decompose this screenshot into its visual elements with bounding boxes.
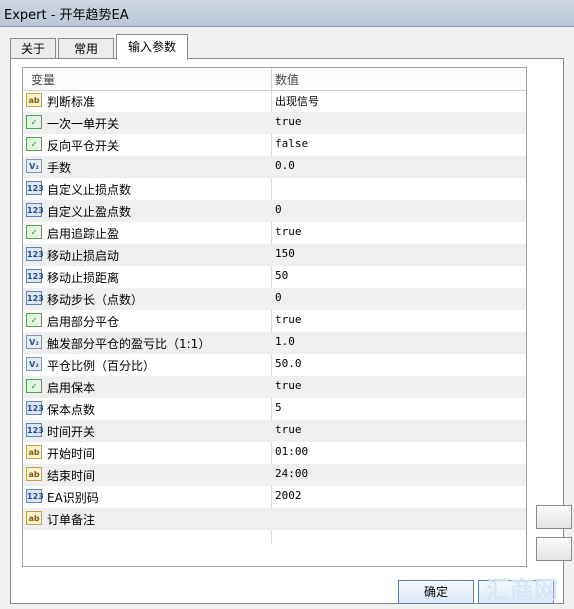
dbl-type-icon: V₂: [26, 159, 42, 173]
table-row[interactable]: 123 移动步长（点数） 0: [23, 288, 526, 310]
parameter-value[interactable]: 0: [275, 203, 282, 216]
dbl-type-icon: V₂: [26, 335, 42, 349]
parameter-name: 触发部分平仓的盈亏比（1:1）: [47, 337, 211, 351]
table-row[interactable]: ✓ 启用追踪止盈 true: [23, 222, 526, 244]
parameter-value[interactable]: 出现信号: [275, 93, 319, 109]
tab-about[interactable]: 关于: [10, 38, 56, 59]
parameter-value[interactable]: 24:00: [275, 467, 308, 480]
table-row[interactable]: ab 结束时间 24:00: [23, 464, 526, 486]
dbl-type-icon: V₂: [26, 357, 42, 371]
window-title: Expert - 开年趋势EA: [4, 8, 129, 23]
parameter-name: 移动步长（点数）: [47, 293, 144, 307]
str-type-icon: ab: [26, 445, 42, 459]
parameter-value[interactable]: 50.0: [275, 357, 302, 370]
str-type-icon: ab: [26, 511, 42, 525]
table-row[interactable]: ✓ 启用部分平仓 true: [23, 310, 526, 332]
table-row[interactable]: ab 判断标准 出现信号: [23, 90, 526, 112]
tab-common[interactable]: 常用: [58, 38, 114, 59]
table-row[interactable]: 123 移动止损启动 150: [23, 244, 526, 266]
parameter-name: EA识别码: [47, 491, 99, 505]
table-row[interactable]: 123 自定义止损点数: [23, 178, 526, 200]
parameter-name: 保本点数: [47, 403, 96, 417]
parameter-value[interactable]: true: [275, 379, 302, 392]
parameter-value[interactable]: 5: [275, 401, 282, 414]
table-row[interactable]: ✓ 反向平仓开关 false: [23, 134, 526, 156]
parameter-value[interactable]: 0.0: [275, 159, 295, 172]
ok-button[interactable]: 确定: [398, 580, 474, 604]
parameter-name: 开始时间: [47, 447, 96, 461]
table-row[interactable]: 123 时间开关 true: [23, 420, 526, 442]
parameters-table: 变量 数值 ab 判断标准 出现信号 ✓ 一次一单开关 true ✓ 反向平仓开关 false V…: [22, 67, 527, 567]
table-row[interactable]: 123 保本点数 5: [23, 398, 526, 420]
parameter-value[interactable]: false: [275, 137, 308, 150]
parameter-name: 启用保本: [47, 381, 96, 395]
num-type-icon: 123: [26, 269, 44, 283]
header-variable: 变量: [31, 73, 56, 87]
table-row[interactable]: 123 EA识别码 2002: [23, 486, 526, 508]
parameter-name: 启用追踪止盈: [47, 227, 120, 241]
table-row[interactable]: ✓ 一次一单开关 true: [23, 112, 526, 134]
header-value: 数值: [275, 73, 300, 87]
parameter-name: 判断标准: [47, 95, 96, 109]
table-row[interactable]: V₂ 触发部分平仓的盈亏比（1:1） 1.0: [23, 332, 526, 354]
table-row[interactable]: 123 自定义止盈点数 0: [23, 200, 526, 222]
table-row[interactable]: V₂ 手数 0.0: [23, 156, 526, 178]
table-row[interactable]: ab 订单备注: [23, 508, 526, 530]
num-type-icon: 123: [26, 181, 44, 195]
table-row[interactable]: V₂ 平仓比例（百分比） 50.0: [23, 354, 526, 376]
str-type-icon: ab: [26, 467, 42, 481]
parameter-name: 手数: [47, 161, 72, 175]
parameter-name: 一次一单开关: [47, 117, 120, 131]
parameter-name: 启用部分平仓: [47, 315, 120, 329]
str-type-icon: ab: [26, 93, 42, 107]
save-button[interactable]: [536, 537, 572, 561]
parameter-value[interactable]: 50: [275, 269, 288, 282]
parameter-name: 移动止损启动: [47, 249, 120, 263]
bool-type-icon: ✓: [26, 137, 42, 151]
parameter-name: 自定义止损点数: [47, 183, 132, 197]
table-header: 变量 数值: [23, 68, 526, 91]
parameter-value[interactable]: 1.0: [275, 335, 295, 348]
num-type-icon: 123: [26, 247, 44, 261]
parameter-value[interactable]: true: [275, 423, 302, 436]
parameter-name: 订单备注: [47, 513, 96, 527]
num-type-icon: 123: [26, 291, 44, 305]
parameter-value[interactable]: 0: [275, 291, 282, 304]
parameter-value[interactable]: true: [275, 225, 302, 238]
parameter-name: 时间开关: [47, 425, 96, 439]
parameter-value[interactable]: true: [275, 115, 302, 128]
num-type-icon: 123: [26, 423, 44, 437]
window-title-bar: Expert - 开年趋势EA: [0, 0, 574, 27]
parameter-name: 移动止损距离: [47, 271, 120, 285]
parameter-name: 平仓比例（百分比）: [47, 359, 156, 373]
parameter-value[interactable]: true: [275, 313, 302, 326]
bool-type-icon: ✓: [26, 115, 42, 129]
num-type-icon: 123: [26, 203, 44, 217]
load-button[interactable]: [536, 505, 572, 529]
parameter-name: 反向平仓开关: [47, 139, 120, 153]
parameter-name: 结束时间: [47, 469, 96, 483]
parameter-value[interactable]: 01:00: [275, 445, 308, 458]
num-type-icon: 123: [26, 489, 44, 503]
parameter-value[interactable]: 2002: [275, 489, 302, 502]
num-type-icon: 123: [26, 401, 44, 415]
table-row[interactable]: ✓ 启用保本 true: [23, 376, 526, 398]
bool-type-icon: ✓: [26, 225, 42, 239]
bool-type-icon: ✓: [26, 313, 42, 327]
table-row[interactable]: 123 移动止损距离 50: [23, 266, 526, 288]
bool-type-icon: ✓: [26, 379, 42, 393]
table-row[interactable]: ab 开始时间 01:00: [23, 442, 526, 464]
parameter-value[interactable]: 150: [275, 247, 295, 260]
parameter-name: 自定义止盈点数: [47, 205, 132, 219]
tab-input-parameters[interactable]: 输入参数: [116, 34, 188, 60]
watermark: 汇商网: [486, 576, 558, 604]
